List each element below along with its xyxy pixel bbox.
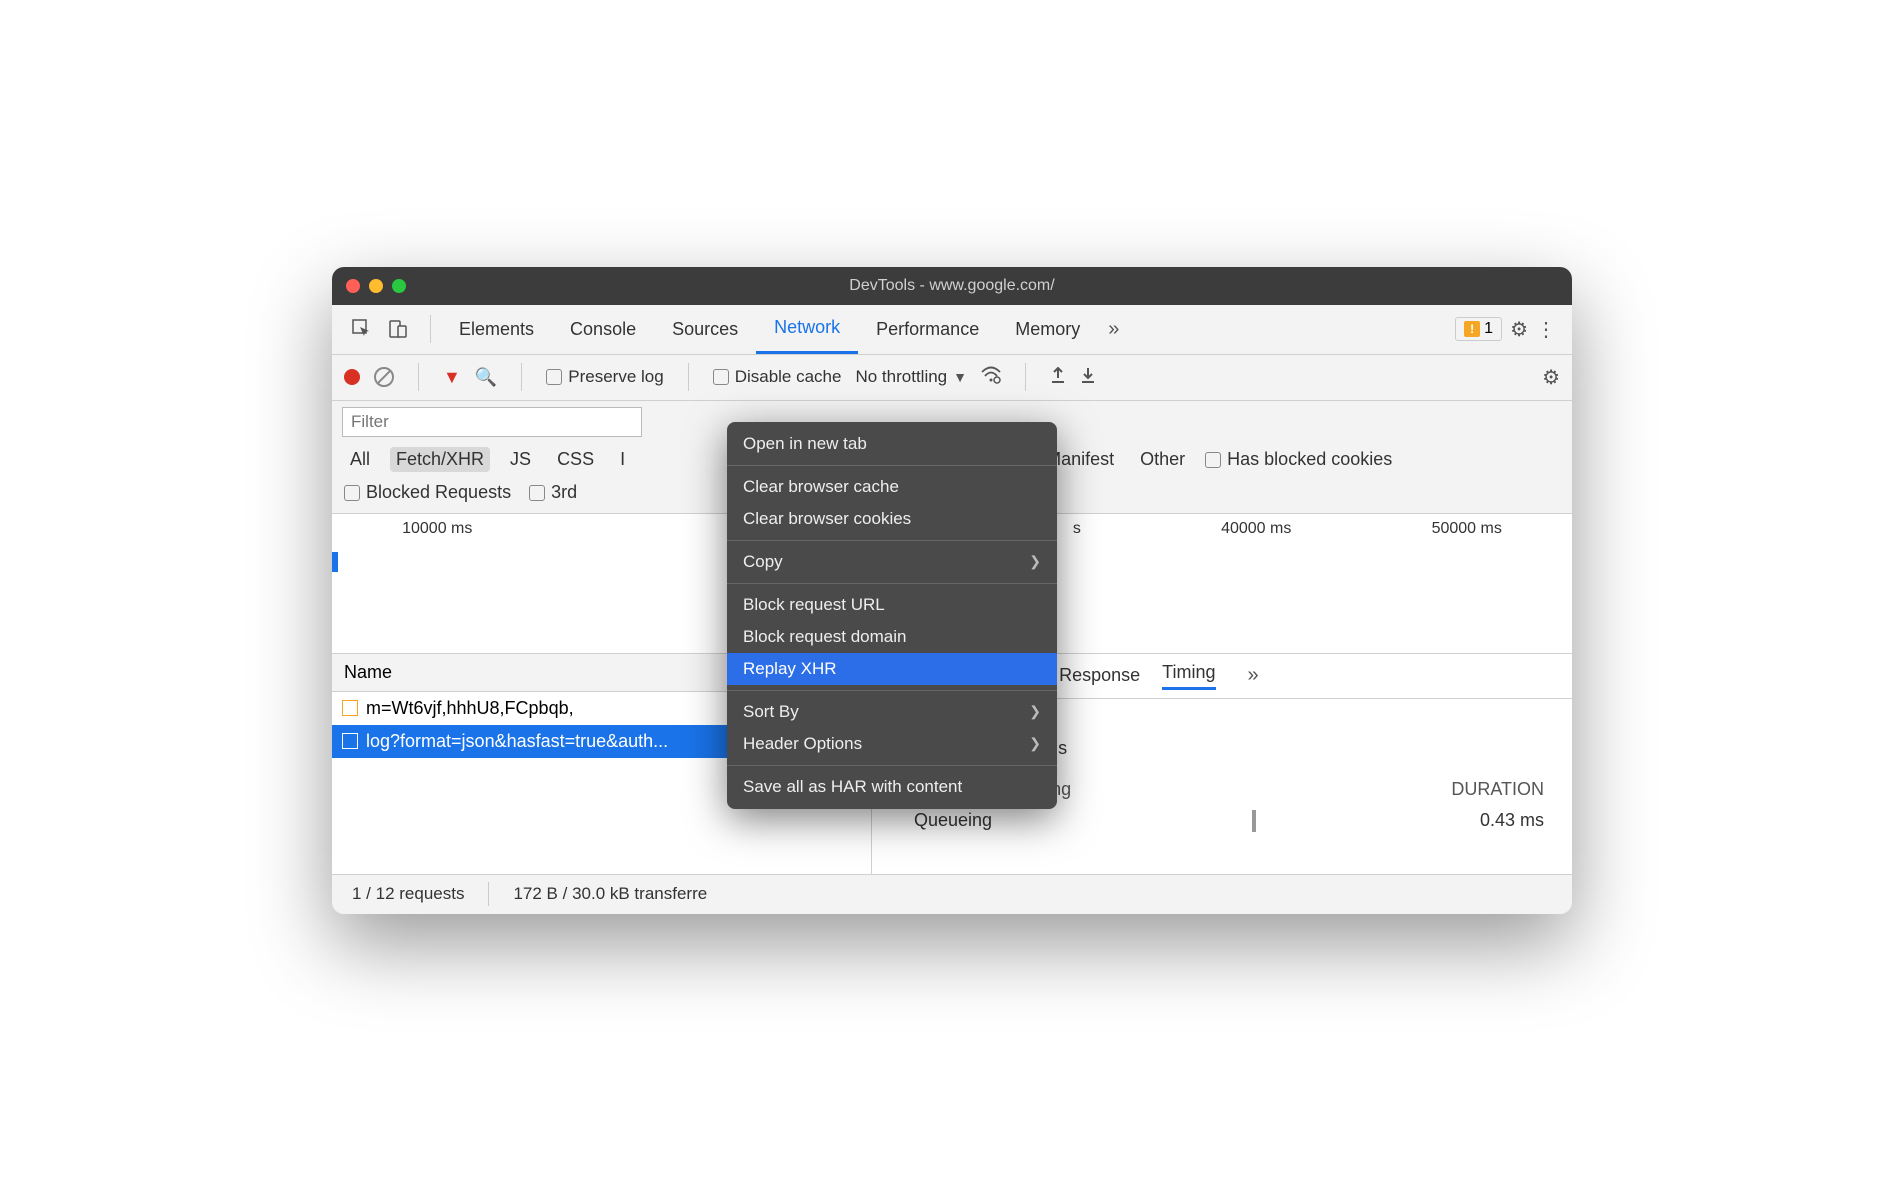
duration-label: DURATION bbox=[1451, 779, 1544, 800]
xhr-icon bbox=[342, 733, 358, 749]
request-count: 1 / 12 requests bbox=[352, 884, 464, 904]
export-har-icon[interactable] bbox=[1080, 366, 1096, 389]
network-conditions-icon[interactable] bbox=[981, 366, 1001, 389]
filter-fetch-xhr[interactable]: Fetch/XHR bbox=[390, 447, 490, 472]
preserve-log-checkbox[interactable]: Preserve log bbox=[546, 367, 663, 387]
detail-tab-timing[interactable]: Timing bbox=[1162, 662, 1215, 690]
tab-performance[interactable]: Performance bbox=[858, 304, 997, 354]
cm-replay-xhr[interactable]: Replay XHR bbox=[727, 653, 1057, 685]
filter-img-partial[interactable]: I bbox=[614, 447, 631, 472]
chevron-down-icon: ▼ bbox=[953, 369, 967, 385]
queueing-label: Queueing bbox=[914, 810, 992, 831]
filter-js[interactable]: JS bbox=[504, 447, 537, 472]
network-settings-icon[interactable]: ⚙ bbox=[1542, 365, 1560, 390]
timeline-label: 10000 ms bbox=[402, 520, 472, 538]
tab-memory[interactable]: Memory bbox=[997, 304, 1098, 354]
cm-header-options[interactable]: Header Options❯ bbox=[727, 728, 1057, 760]
timeline-label: 50000 ms bbox=[1432, 520, 1502, 538]
devtools-window: DevTools - www.google.com/ Elements Cons… bbox=[332, 267, 1572, 914]
timeline-marker bbox=[332, 552, 338, 572]
warning-count: 1 bbox=[1484, 320, 1493, 338]
inspect-element-icon[interactable] bbox=[350, 317, 374, 341]
titlebar: DevTools - www.google.com/ bbox=[332, 267, 1572, 305]
cm-sort-by[interactable]: Sort By❯ bbox=[727, 696, 1057, 728]
cm-copy[interactable]: Copy❯ bbox=[727, 546, 1057, 578]
filter-input[interactable] bbox=[342, 407, 642, 437]
zoom-window-button[interactable] bbox=[392, 279, 406, 293]
filter-icon[interactable]: ▼ bbox=[443, 367, 461, 388]
filter-all[interactable]: All bbox=[344, 447, 376, 472]
timeline-label: s bbox=[1073, 520, 1081, 538]
tab-console[interactable]: Console bbox=[552, 304, 654, 354]
kebab-menu-icon[interactable]: ⋮ bbox=[1536, 317, 1556, 342]
cm-save-har[interactable]: Save all as HAR with content bbox=[727, 771, 1057, 803]
queueing-value: 0.43 ms bbox=[1480, 810, 1544, 831]
more-tabs-icon[interactable]: » bbox=[1098, 318, 1129, 341]
search-icon[interactable]: 🔍 bbox=[475, 367, 497, 388]
minimize-window-button[interactable] bbox=[369, 279, 383, 293]
has-blocked-cookies-checkbox[interactable]: Has blocked cookies bbox=[1205, 449, 1392, 470]
throttling-select[interactable]: No throttling ▼ bbox=[855, 367, 967, 387]
filter-other[interactable]: Other bbox=[1134, 447, 1191, 472]
filter-css[interactable]: CSS bbox=[551, 447, 600, 472]
warnings-badge[interactable]: 1 bbox=[1455, 317, 1502, 341]
record-button[interactable] bbox=[344, 369, 360, 385]
status-bar: 1 / 12 requests 172 B / 30.0 kB transfer… bbox=[332, 874, 1572, 914]
chevron-right-icon: ❯ bbox=[1029, 703, 1041, 720]
clear-button[interactable] bbox=[374, 367, 394, 387]
network-toolbar: ▼ 🔍 Preserve log Disable cache No thrott… bbox=[332, 355, 1572, 401]
cm-clear-cache[interactable]: Clear browser cache bbox=[727, 471, 1057, 503]
disable-cache-checkbox[interactable]: Disable cache bbox=[713, 367, 842, 387]
chevron-right-icon: ❯ bbox=[1029, 553, 1041, 570]
queueing-bar bbox=[1252, 810, 1256, 832]
more-detail-tabs-icon[interactable]: » bbox=[1238, 664, 1269, 687]
blocked-requests-checkbox[interactable]: Blocked Requests bbox=[344, 482, 511, 503]
warning-icon bbox=[1464, 321, 1480, 337]
close-window-button[interactable] bbox=[346, 279, 360, 293]
cm-clear-cookies[interactable]: Clear browser cookies bbox=[727, 503, 1057, 535]
window-title: DevTools - www.google.com/ bbox=[849, 277, 1054, 295]
cm-block-url[interactable]: Block request URL bbox=[727, 589, 1057, 621]
context-menu: Open in new tab Clear browser cache Clea… bbox=[727, 422, 1057, 809]
tab-elements[interactable]: Elements bbox=[441, 304, 552, 354]
detail-tab-response[interactable]: Response bbox=[1059, 665, 1140, 686]
script-icon bbox=[342, 700, 358, 716]
devtools-tabs: Elements Console Sources Network Perform… bbox=[332, 305, 1572, 355]
tab-network[interactable]: Network bbox=[756, 304, 858, 354]
third-party-checkbox[interactable]: 3rd bbox=[529, 482, 577, 503]
cm-open-new-tab[interactable]: Open in new tab bbox=[727, 428, 1057, 460]
settings-icon[interactable]: ⚙ bbox=[1510, 317, 1528, 342]
chevron-right-icon: ❯ bbox=[1029, 735, 1041, 752]
device-toolbar-icon[interactable] bbox=[386, 317, 410, 341]
tab-sources[interactable]: Sources bbox=[654, 304, 756, 354]
timeline-label: 40000 ms bbox=[1221, 520, 1291, 538]
import-har-icon[interactable] bbox=[1050, 366, 1066, 389]
cm-block-domain[interactable]: Block request domain bbox=[727, 621, 1057, 653]
transferred-size: 172 B / 30.0 kB transferre bbox=[513, 884, 707, 904]
traffic-lights bbox=[346, 279, 406, 293]
